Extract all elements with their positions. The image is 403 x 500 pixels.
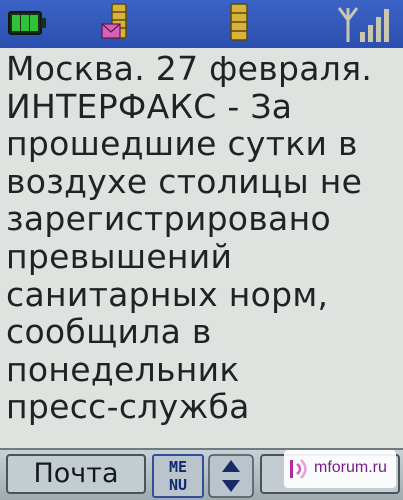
message-line: ИНТЕРФАКС - За xyxy=(6,86,293,126)
message-line: пресс-служба xyxy=(6,387,250,427)
message-line: сообщила в xyxy=(6,312,212,352)
memory-storage-icon xyxy=(230,3,248,41)
signal-strength-icon xyxy=(337,7,389,42)
message-line: прошедшие сутки в xyxy=(6,124,358,164)
watermark-text: mforum.ru xyxy=(314,459,387,476)
menu-key[interactable]: ME NU xyxy=(152,454,204,498)
menu-label-bottom: NU xyxy=(168,476,188,494)
status-bar xyxy=(0,0,403,48)
mail-softkey[interactable]: Почта xyxy=(6,454,146,494)
up-down-arrows-icon[interactable] xyxy=(208,454,254,498)
mforum-logo-icon xyxy=(290,459,307,479)
phone-screen: Москва. 27 февраля. ИНТЕРФАКС - За проше… xyxy=(0,0,403,500)
menu-label-top: ME xyxy=(168,458,188,476)
watermark: mforum.ru xyxy=(284,450,396,488)
message-body: Москва. 27 февраля. ИНТЕРФАКС - За проше… xyxy=(6,50,398,450)
message-line: превышений xyxy=(6,236,233,276)
battery-icon xyxy=(8,11,46,35)
message-line: Москва. 27 февраля. xyxy=(6,50,373,88)
mail-storage-icon xyxy=(101,3,127,39)
message-line: понедельник xyxy=(6,349,240,389)
message-line: воздухе столицы не xyxy=(6,161,363,201)
message-line: санитарных норм, xyxy=(6,274,329,314)
message-line: зарегистрировано xyxy=(6,199,331,239)
